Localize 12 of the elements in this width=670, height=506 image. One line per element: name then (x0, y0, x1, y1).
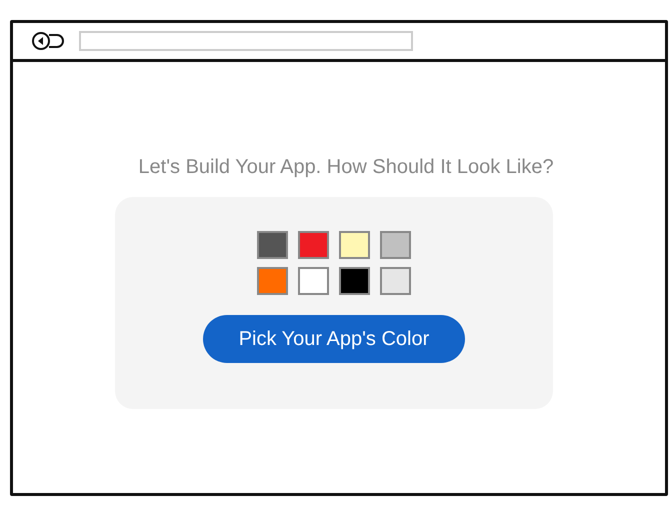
navigation-icon[interactable] (31, 31, 65, 51)
address-bar[interactable] (79, 31, 413, 51)
color-swatch[interactable] (298, 267, 329, 295)
color-swatch[interactable] (380, 231, 411, 259)
color-swatch[interactable] (257, 231, 288, 259)
page-heading: Let's Build Your App. How Should It Look Like? (138, 156, 554, 179)
color-swatch[interactable] (257, 267, 288, 295)
color-swatch[interactable] (339, 231, 370, 259)
color-swatch[interactable] (339, 267, 370, 295)
color-swatch[interactable] (298, 231, 329, 259)
color-swatch[interactable] (380, 267, 411, 295)
pick-color-button[interactable]: Pick Your App's Color (203, 315, 465, 363)
